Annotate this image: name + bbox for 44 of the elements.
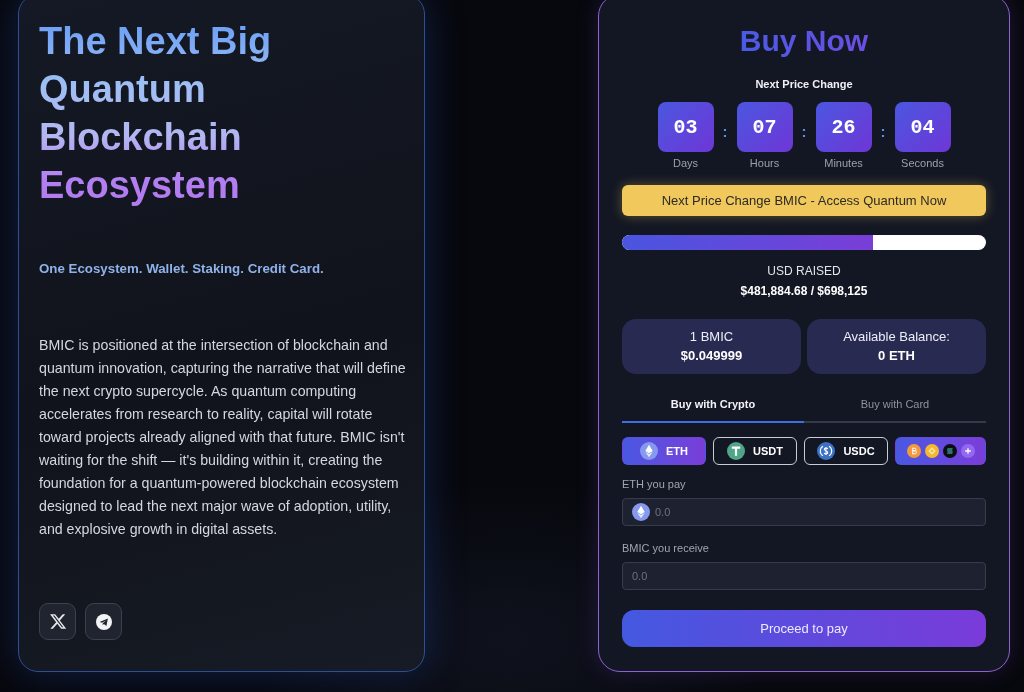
raised-value: $481,884.68 / $698,125: [740, 284, 868, 300]
amount-field[interactable]: 0.0: [622, 498, 986, 527]
payment-tab[interactable]: Buy with Card: [804, 387, 986, 424]
field-label: ETH you pay: [622, 477, 687, 492]
currency-button[interactable]: [895, 437, 986, 466]
info-value: $0.049999: [680, 348, 743, 365]
coin-icon: [906, 444, 921, 459]
price-banner: Next Price Change BMIC - Access Quantum Now: [622, 185, 986, 216]
dollar-coin-icon: [817, 442, 836, 461]
plus-icon: [960, 444, 975, 459]
countdown-separator: :: [801, 124, 807, 140]
paper-plane-icon: [95, 613, 112, 630]
diamond-coin-icon: [632, 503, 650, 522]
countdown-unit: Hours: [749, 156, 780, 170]
countdown-unit: Days: [672, 156, 699, 170]
info-value: 0 ETH: [878, 348, 915, 365]
coin-icon: [924, 444, 939, 459]
countdown-unit: Minutes: [824, 156, 863, 170]
social-link-button[interactable]: [39, 603, 76, 640]
t-coin-icon: [727, 442, 745, 461]
countdown-value: 26: [815, 102, 872, 152]
currency-button[interactable]: ETH: [622, 437, 706, 466]
info-label: 1 BMIC: [689, 329, 734, 346]
social-link-button[interactable]: [85, 603, 122, 640]
proceed-button[interactable]: Proceed to pay: [622, 610, 986, 647]
countdown-separator: :: [880, 124, 886, 140]
x-logo-icon: [49, 614, 66, 629]
countdown-value: 04: [894, 102, 951, 152]
raised-label: USD RAISED: [767, 264, 841, 280]
countdown-value: 03: [657, 102, 714, 152]
payment-tab[interactable]: Buy with Crypto: [622, 387, 804, 424]
currency-button[interactable]: USDC: [804, 437, 888, 466]
diamond-coin-icon: [640, 442, 658, 461]
countdown-unit: Seconds: [901, 156, 944, 170]
currency-button[interactable]: USDT: [713, 437, 797, 466]
field-label: BMIC you receive: [622, 541, 710, 556]
hero-tagline: One Ecosystem. Wallet. Staking. Credit Card.: [39, 261, 325, 277]
amount-field[interactable]: 0.0: [622, 562, 986, 591]
countdown-label: Next Price Change: [755, 77, 853, 91]
hero-description: BMIC is positioned at the intersection of blockchain and quantum innovation, capturing the narrative that will define the next crypto supercycle. As quantum computing accelerates from research to reality, capital will rotate toward projects already aligned with that future. BMIC isn't waiting for the shift — it's building within it, creating the foundation for a quantum-powered blockchain ecosystem designed to lead the next major wave of adoption, utility, and explosive growth in digital assets.: [39, 336, 407, 539]
countdown-separator: :: [722, 124, 728, 140]
countdown-value: 07: [736, 102, 793, 152]
info-label: Available Balance:: [843, 329, 950, 346]
coin-icon: [942, 444, 957, 459]
